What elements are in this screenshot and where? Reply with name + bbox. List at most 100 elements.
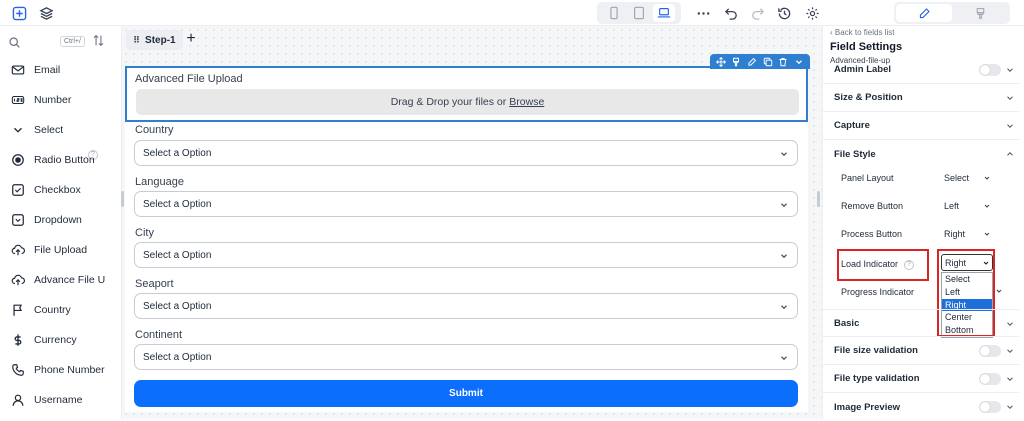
country-select[interactable]: Select a Option — [134, 140, 798, 166]
help-icon[interactable]: ? — [904, 259, 915, 270]
chevron-down-icon — [781, 356, 787, 361]
sidebar-item-file-upload[interactable]: File Upload — [10, 240, 87, 260]
sidebar-item-label: Email — [34, 64, 61, 76]
add-step-button[interactable]: + — [182, 29, 200, 49]
dropdown-icon — [10, 212, 26, 228]
chevron-down-icon — [984, 232, 990, 236]
select-value: Right — [944, 229, 966, 239]
left-resize-handle[interactable] — [121, 191, 124, 207]
settings-icon[interactable] — [803, 4, 821, 22]
submit-button[interactable]: Submit — [134, 380, 798, 407]
form-body: Advanced File Upload Drag & Drop your fi… — [125, 54, 810, 412]
tablet-icon[interactable] — [628, 4, 650, 22]
field-toolbar — [710, 54, 810, 69]
step-tab-label: Step-1 — [145, 34, 176, 46]
file-size-toggle[interactable] — [979, 345, 1001, 357]
sidebar-item-currency[interactable]: Currency — [10, 330, 77, 350]
sidebar-item-label: Advance File U — [34, 274, 106, 286]
chevron-down-icon — [781, 203, 787, 208]
section-admin-label[interactable]: Admin Label — [823, 56, 1019, 84]
style-icon[interactable] — [731, 56, 742, 67]
select-placeholder: Select a Option — [143, 300, 212, 312]
history-icon[interactable] — [775, 4, 793, 22]
edit-icon[interactable] — [747, 56, 758, 67]
section-file-size-validation[interactable]: File size validation — [823, 337, 1019, 365]
process-button-select[interactable]: Right — [941, 226, 993, 242]
right-resize-handle[interactable] — [817, 191, 820, 207]
sidebar-item-label: Country — [34, 304, 71, 316]
move-icon[interactable] — [715, 56, 726, 67]
back-to-fields-link[interactable]: ‹ Back to fields list — [830, 28, 894, 37]
sidebar-item-label: Radio Button — [34, 154, 95, 166]
fields-sidebar: Ctrl+/ Email Number Select ? Radio Butto… — [0, 26, 122, 419]
sidebar-item-phone-number[interactable]: Phone Number — [10, 360, 105, 380]
chevron-down-icon — [996, 289, 1002, 293]
section-label: File type validation — [834, 373, 920, 384]
undo-icon[interactable] — [722, 4, 740, 22]
browse-link[interactable]: Browse — [509, 96, 544, 108]
panel-layout-select[interactable]: Select — [941, 170, 993, 186]
sidebar-item-label: Checkbox — [34, 184, 81, 196]
upload-label: Advanced File Upload — [135, 73, 243, 85]
step-tab[interactable]: ⠿ Step-1 — [126, 30, 183, 50]
section-capture[interactable]: Capture — [823, 112, 1019, 140]
more-icon[interactable] — [694, 4, 712, 22]
admin-label-toggle[interactable] — [979, 64, 1001, 76]
edit-icon[interactable] — [896, 4, 952, 22]
laptop-icon[interactable] — [653, 4, 676, 22]
city-select[interactable]: Select a Option — [134, 242, 798, 268]
section-label: Image Preview — [834, 401, 901, 413]
sidebar-item-select[interactable]: Select — [10, 120, 63, 140]
drop-zone[interactable]: Drag & Drop your files or Browse — [136, 89, 799, 115]
sidebar-item-checkbox[interactable]: Checkbox — [10, 180, 81, 200]
chevron-down-icon — [1007, 349, 1013, 353]
sidebar-item-label: Username — [34, 394, 83, 406]
continent-select[interactable]: Select a Option — [134, 344, 798, 370]
section-label: Capture — [834, 120, 870, 131]
section-basic[interactable]: Basic — [823, 309, 1019, 337]
brush-icon[interactable] — [952, 4, 1008, 22]
section-image-preview[interactable]: Image Preview — [823, 393, 1019, 421]
image-preview-toggle[interactable] — [979, 401, 1001, 413]
mobile-icon[interactable] — [603, 4, 625, 22]
add-block-icon[interactable] — [10, 4, 28, 22]
country-label: Country — [135, 124, 174, 136]
delete-icon[interactable] — [778, 56, 789, 67]
advanced-file-upload-field[interactable]: Advanced File Upload Drag & Drop your fi… — [125, 54, 810, 122]
redo-icon[interactable] — [748, 4, 766, 22]
upload-cloud-icon — [10, 242, 26, 258]
sort-icon[interactable] — [92, 34, 105, 47]
sidebar-item-advance-file-upload[interactable]: Advance File U — [10, 270, 105, 290]
select-placeholder: Select a Option — [143, 147, 212, 159]
layers-icon[interactable] — [37, 4, 55, 22]
chevron-down-icon — [1007, 68, 1013, 72]
sidebar-item-country[interactable]: Country — [10, 300, 71, 320]
chevron-down-icon[interactable] — [794, 56, 805, 67]
sidebar-item-username[interactable]: Username — [10, 390, 82, 410]
checkbox-icon — [10, 182, 26, 198]
progress-indicator-label: Progress Indicator — [841, 287, 915, 297]
sidebar-item-number[interactable]: Number — [10, 90, 71, 110]
section-size-position[interactable]: Size & Position — [823, 84, 1019, 112]
sidebar-item-radio[interactable]: Radio Button — [10, 150, 95, 170]
seaport-select[interactable]: Select a Option — [134, 293, 798, 319]
chevron-down-icon — [1007, 405, 1013, 409]
select-placeholder: Select a Option — [143, 198, 212, 210]
drag-handle-icon: ⠿ — [133, 34, 141, 45]
copy-icon[interactable] — [762, 56, 773, 67]
load-indicator-label: Load Indicator? — [841, 259, 915, 270]
section-file-type-validation[interactable]: File type validation — [823, 365, 1019, 393]
sidebar-item-email[interactable]: Email — [10, 60, 60, 80]
radio-icon — [10, 152, 26, 168]
sidebar-item-label: File Upload — [34, 244, 88, 256]
drop-text: Drag & Drop your files or — [390, 96, 507, 108]
language-label: Language — [135, 176, 184, 188]
field-search[interactable]: Ctrl+/ — [8, 32, 116, 52]
language-select[interactable]: Select a Option — [134, 191, 798, 217]
remove-button-row: Remove Button Left — [823, 192, 1019, 220]
panel-title: Field Settings — [830, 41, 903, 53]
sidebar-item-dropdown[interactable]: Dropdown — [10, 210, 82, 230]
file-type-toggle[interactable] — [979, 373, 1001, 385]
chevron-down-icon — [781, 254, 787, 259]
remove-button-select[interactable]: Left — [941, 198, 993, 214]
